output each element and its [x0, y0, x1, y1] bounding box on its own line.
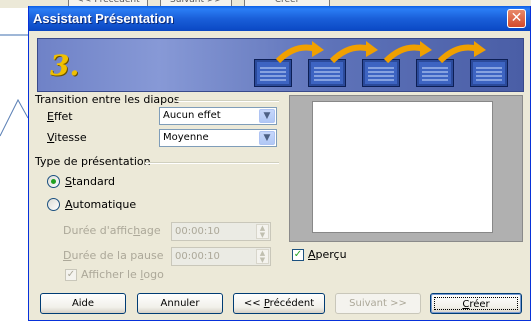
display-duration-value: 00:00:10: [175, 226, 220, 237]
slide-icon: [308, 59, 346, 87]
display-duration-spinbox[interactable]: 00:00:10 ▲ ▼: [171, 222, 271, 241]
transition-separator: [177, 100, 279, 102]
preview-checkbox[interactable]: ✓: [292, 249, 304, 261]
spin-arrows-icon[interactable]: ▲ ▼: [256, 224, 269, 239]
wizard-banner: 3.: [37, 38, 524, 92]
slide-icon: [416, 59, 454, 87]
curved-arrow-icon: [384, 41, 432, 63]
preview-area: [289, 95, 523, 242]
effect-value: Aucun effet: [163, 110, 221, 121]
presentation-type-heading: Type de présentation: [35, 155, 151, 168]
chevron-down-icon[interactable]: ▼: [259, 131, 275, 145]
presentation-wizard-dialog: Assistant Présentation ✕ 3. Transition e…: [28, 6, 531, 321]
previous-button[interactable]: << Précédent: [233, 293, 325, 314]
speed-select[interactable]: Moyenne ▼: [159, 129, 277, 147]
step-number: 3.: [50, 49, 80, 82]
background-shape: [0, 98, 28, 137]
radio-button-checked[interactable]: [47, 175, 60, 188]
cancel-button[interactable]: Annuler: [137, 293, 223, 314]
pause-duration-value: 00:00:10: [175, 251, 220, 262]
effect-select[interactable]: Aucun effet ▼: [159, 107, 277, 125]
create-button[interactable]: Créer: [430, 293, 522, 314]
background-divider: [0, 34, 28, 36]
automatic-label: Automatique: [65, 198, 137, 211]
close-button[interactable]: ✕: [507, 9, 526, 28]
title-bar[interactable]: Assistant Présentation ✕: [29, 6, 530, 31]
slide-icon: [362, 59, 400, 87]
pause-duration-spinbox[interactable]: 00:00:10 ▲ ▼: [171, 247, 271, 266]
preview-slide: [312, 101, 493, 233]
background-panel: [0, 8, 29, 321]
curved-arrow-icon: [276, 41, 324, 63]
display-duration-label: Durée d'affichage: [63, 224, 161, 237]
slide-icon: [470, 59, 508, 87]
show-logo-label: Afficher le logo: [81, 268, 164, 281]
slide-icon: [254, 59, 292, 87]
preview-label: Aperçu: [308, 248, 347, 261]
pause-duration-label: Durée de la pause: [63, 249, 164, 262]
focus-rectangle: Créer: [434, 297, 518, 310]
spin-arrows-icon[interactable]: ▲ ▼: [256, 249, 269, 264]
curved-arrow-icon: [330, 41, 378, 63]
chevron-down-icon[interactable]: ▼: [259, 109, 275, 123]
show-logo-checkbox[interactable]: ✓: [65, 269, 77, 281]
effect-label: Effet: [47, 110, 73, 123]
help-button[interactable]: Aide: [40, 293, 126, 314]
next-button[interactable]: Suivant >>: [335, 293, 421, 314]
speed-value: Moyenne: [163, 132, 209, 143]
transition-group-heading: Transition entre les diapos: [35, 93, 180, 106]
standard-label: Standard: [65, 175, 116, 188]
presentation-type-separator: [145, 162, 279, 164]
curved-arrow-icon: [438, 41, 486, 63]
close-icon: ✕: [510, 10, 523, 26]
radio-button[interactable]: [47, 198, 60, 211]
speed-label: Vitesse: [47, 131, 87, 144]
dialog-title: Assistant Présentation: [33, 11, 174, 26]
